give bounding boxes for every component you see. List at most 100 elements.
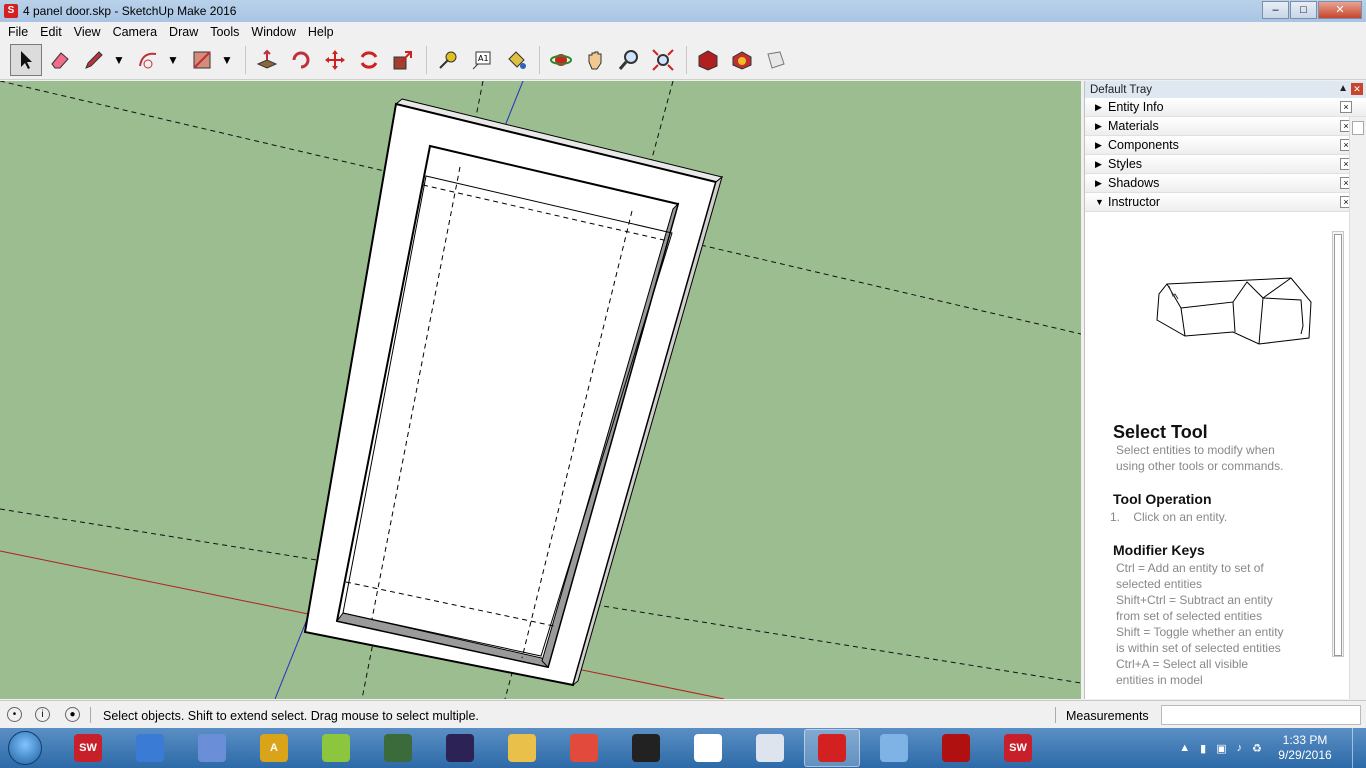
maximize-icon[interactable]: □: [1290, 1, 1317, 19]
taskbar-app-app-grid[interactable]: [680, 729, 736, 767]
expand-arrow-icon[interactable]: ▶: [1095, 102, 1108, 113]
taskbar-app-notepad[interactable]: [742, 729, 798, 767]
solidworks-2-icon: SW: [1004, 734, 1032, 762]
taskbar-app-eclipse[interactable]: [432, 729, 488, 767]
taskbar-app-sketchup[interactable]: [804, 729, 860, 767]
menu-camera[interactable]: Camera: [107, 25, 163, 39]
close-icon[interactable]: ×: [1340, 101, 1352, 113]
house-illustration: [1156, 277, 1312, 345]
inkscape-icon: [632, 734, 660, 762]
chevron-down-icon[interactable]: ▼: [166, 44, 180, 76]
pin-icon[interactable]: ▲: [1338, 83, 1348, 94]
measurements-input[interactable]: [1161, 705, 1361, 725]
push-pull-icon[interactable]: [251, 44, 283, 76]
menu-tools[interactable]: Tools: [204, 25, 245, 39]
model-canvas[interactable]: [0, 81, 1081, 699]
eclipse-icon: [446, 734, 474, 762]
scrollbar-thumb[interactable]: [1334, 234, 1342, 656]
taskbar-app-android[interactable]: [308, 729, 364, 767]
arc-icon[interactable]: [132, 44, 164, 76]
pencil-icon[interactable]: [78, 44, 110, 76]
follow-me-icon[interactable]: [285, 44, 317, 76]
sketchup-icon: [818, 734, 846, 762]
eraser-icon[interactable]: [44, 44, 76, 76]
modifier-line: Ctrl = Add an entity to set of: [1116, 561, 1264, 575]
warehouse-icon[interactable]: [692, 44, 724, 76]
toolbar-separator: [245, 46, 246, 74]
chevron-up-icon[interactable]: ▲: [1179, 742, 1190, 754]
menu-window[interactable]: Window: [245, 25, 301, 39]
modifier-line: from set of selected entities: [1116, 609, 1263, 623]
taskbar-app-solidworks-2[interactable]: SW: [990, 729, 1046, 767]
geo-location-icon[interactable]: •: [7, 707, 22, 722]
rotate-icon[interactable]: [353, 44, 385, 76]
expand-arrow-icon[interactable]: ▶: [1095, 121, 1108, 132]
taskbar-app-game[interactable]: [370, 729, 426, 767]
device-icon[interactable]: ▣: [1216, 742, 1226, 755]
close-icon[interactable]: ✕: [1318, 1, 1362, 19]
tray-scrollbar[interactable]: [1349, 117, 1366, 699]
door-model[interactable]: [303, 98, 724, 687]
instructor-description-2: using other tools or commands.: [1116, 459, 1284, 473]
panel-instructor[interactable]: ▼ Instructor ×: [1085, 193, 1366, 212]
taskbar-app-solidworks[interactable]: SW: [60, 729, 116, 767]
modifier-line: entities in model: [1116, 673, 1203, 687]
scale-icon[interactable]: [387, 44, 419, 76]
taskbar-app-inkscape[interactable]: [618, 729, 674, 767]
clock[interactable]: 1:33 PM 9/29/2016: [1270, 733, 1340, 763]
pan-icon[interactable]: [579, 44, 611, 76]
menu-draw[interactable]: Draw: [163, 25, 204, 39]
menu-help[interactable]: Help: [302, 25, 340, 39]
select-icon[interactable]: [10, 44, 42, 76]
window-controls: – □ ✕: [1261, 1, 1362, 19]
taskbar-app-thunderbird[interactable]: [122, 729, 178, 767]
expand-arrow-icon[interactable]: ▶: [1095, 140, 1108, 151]
paint-bucket-icon[interactable]: [500, 44, 532, 76]
panel-entity-info[interactable]: ▶ Entity Info ×: [1085, 98, 1366, 117]
taskbar-app-paint[interactable]: [866, 729, 922, 767]
drawing-viewport[interactable]: [0, 81, 1081, 699]
user-icon[interactable]: ●: [65, 707, 80, 722]
panel-styles[interactable]: ▶ Styles ×: [1085, 155, 1366, 174]
taskbar-app-paint-net[interactable]: [184, 729, 240, 767]
status-separator: [90, 707, 91, 723]
taskbar-app-explorer[interactable]: [494, 729, 550, 767]
menu-edit[interactable]: Edit: [34, 25, 68, 39]
collapse-arrow-icon[interactable]: ▼: [1095, 197, 1108, 207]
chevron-down-icon[interactable]: ▼: [220, 44, 234, 76]
update-icon[interactable]: ♻: [1252, 742, 1262, 755]
scrollbar-thumb[interactable]: [1352, 121, 1364, 135]
close-icon[interactable]: ✕: [1351, 83, 1363, 95]
minimize-icon[interactable]: –: [1262, 1, 1289, 19]
sketchup-icon[interactable]: S: [4, 4, 18, 18]
orbit-icon[interactable]: [545, 44, 577, 76]
expand-arrow-icon[interactable]: ▶: [1095, 178, 1108, 189]
zoom-extents-icon[interactable]: [647, 44, 679, 76]
menu-view[interactable]: View: [68, 25, 107, 39]
text-icon[interactable]: A1: [466, 44, 498, 76]
system-tray: ▲ ▮ ▣ ♪ ♻: [1169, 728, 1262, 768]
volume-icon[interactable]: ♪: [1237, 742, 1243, 754]
info-icon[interactable]: i: [35, 707, 50, 722]
menu-bar: File Edit View Camera Draw Tools Window …: [0, 22, 1366, 41]
extension-warehouse-icon[interactable]: [726, 44, 758, 76]
rectangle-icon[interactable]: [186, 44, 218, 76]
taskbar-app-autodesk[interactable]: A: [246, 729, 302, 767]
panel-shadows[interactable]: ▶ Shadows ×: [1085, 174, 1366, 193]
tape-measure-icon[interactable]: [432, 44, 464, 76]
network-icon[interactable]: ▮: [1200, 742, 1206, 755]
instructor-scrollbar[interactable]: [1332, 231, 1344, 657]
panel-materials[interactable]: ▶ Materials ×: [1085, 117, 1366, 136]
layout-icon[interactable]: [760, 44, 792, 76]
show-desktop-button[interactable]: [1352, 728, 1366, 768]
zoom-icon[interactable]: [613, 44, 645, 76]
clock-date: 9/29/2016: [1278, 748, 1332, 762]
menu-file[interactable]: File: [2, 25, 34, 39]
chevron-down-icon[interactable]: ▼: [112, 44, 126, 76]
start-button[interactable]: [0, 728, 50, 768]
taskbar-app-chrome[interactable]: [556, 729, 612, 767]
expand-arrow-icon[interactable]: ▶: [1095, 159, 1108, 170]
move-icon[interactable]: [319, 44, 351, 76]
taskbar-app-acrobat[interactable]: [928, 729, 984, 767]
panel-components[interactable]: ▶ Components ×: [1085, 136, 1366, 155]
